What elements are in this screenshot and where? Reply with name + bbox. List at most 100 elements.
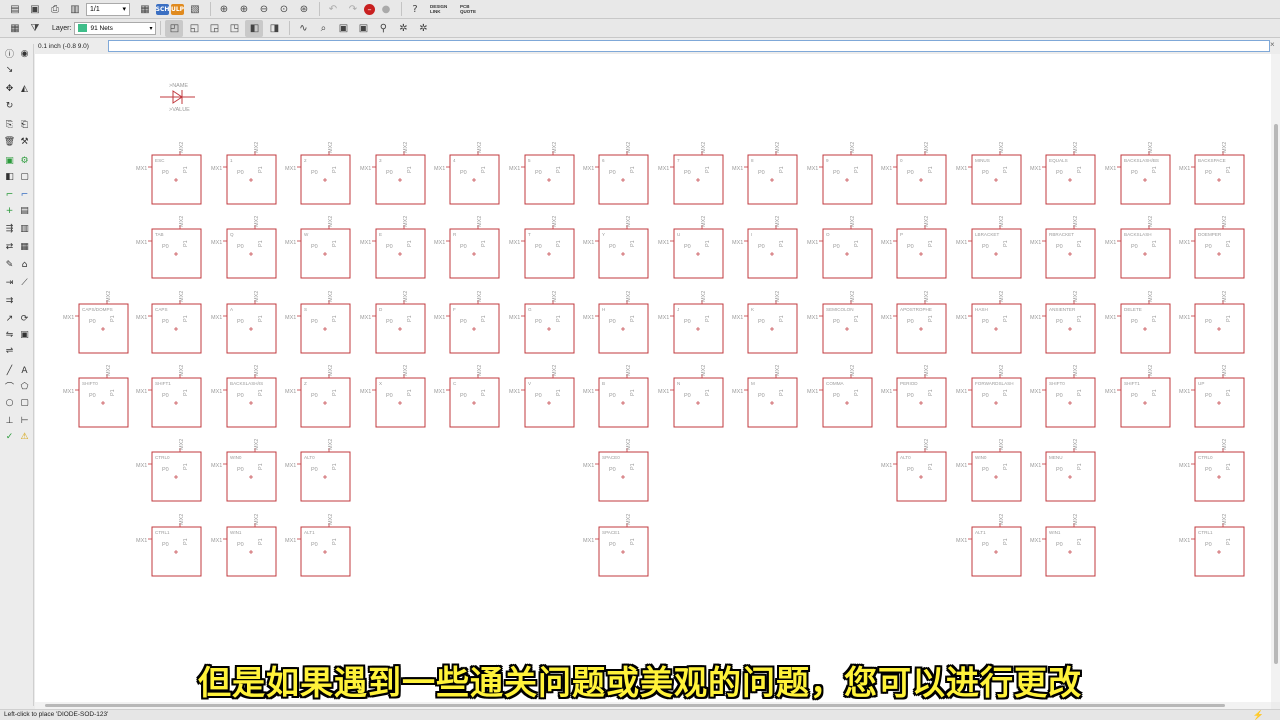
save-icon[interactable]: ▣ (26, 1, 44, 18)
smash-icon[interactable]: ⚙ (18, 154, 31, 167)
design-link-button[interactable]: DESIGN LINK (430, 4, 452, 14)
key-switch[interactable]: MX1 MX2 P0 P1 CAPS (136, 291, 202, 354)
sheet-icon[interactable]: ▦ (136, 1, 154, 18)
command-line-input[interactable] (108, 40, 1270, 52)
wave-icon[interactable]: ∿ (294, 20, 312, 37)
settings-icon[interactable]: ✲ (414, 20, 432, 37)
key-switch[interactable]: MX1 MX2 P0 P1 DOEMPER (1179, 216, 1245, 279)
rotate-icon[interactable]: ↻ (3, 99, 16, 112)
info-icon[interactable]: ⓘ (3, 47, 16, 60)
sch-button[interactable]: SCH (156, 3, 169, 15)
undo-icon[interactable]: ↶ (324, 1, 342, 18)
key-switch[interactable]: MX1 MX2 P0 P1 A (211, 291, 277, 354)
key-switch[interactable]: MX1 MX2 P0 P1 ALT0 (285, 439, 351, 502)
redo-icon[interactable]: ↷ (344, 1, 362, 18)
dimension-icon[interactable]: ⊢ (18, 414, 31, 427)
tag-icon[interactable]: ⌂ (18, 258, 31, 271)
key-switch[interactable]: MX1 MX2 P0 P1 T (509, 216, 575, 279)
key-switch[interactable]: MX1 MX2 P0 P1 Z (285, 365, 351, 428)
key-switch[interactable]: MX1 MX2 P0 P1 LBRACKET (956, 216, 1022, 279)
key-switch[interactable]: MX1 MX2 P0 P1 SHIFT1 (1105, 365, 1171, 428)
key-switch[interactable]: MX1 MX2 P0 P1 O (807, 216, 873, 279)
key-switch[interactable]: MX1 MX2 P0 P1 CTRL0 (136, 439, 202, 502)
key-switch[interactable]: MX1 MX2 P0 P1 9 (807, 142, 873, 205)
window-alt-icon[interactable]: ▣ (354, 20, 372, 37)
key-switch[interactable]: MX1 MX2 P0 P1 BACKSLASH/BS (1105, 142, 1171, 205)
key-switch[interactable]: MX1 MX2 P0 P1BACKSPACE (1179, 142, 1245, 205)
zoom-redraw-icon[interactable]: ⊙ (275, 1, 293, 18)
hole-icon[interactable]: ⊥ (3, 414, 16, 427)
slash-icon[interactable]: ⟋ (18, 276, 31, 289)
key-switch[interactable]: MX1 MX2 P0 P1 CTRL1 (1179, 514, 1245, 577)
wire-style-alt-icon[interactable]: ◨ (265, 20, 283, 37)
key-switch[interactable]: MX1 MX2 P0 P1 CAPS/DOMPS (63, 291, 129, 354)
route-icon[interactable]: ↗ (3, 312, 16, 325)
key-switch[interactable]: MX1 MX2 P0 P1 W (285, 216, 351, 279)
key-switch[interactable]: MX1 MX2 P0 P1 6 (583, 142, 649, 205)
key-switch[interactable]: MX1 MX2 P0 P1SEMICOLON (807, 291, 873, 354)
line-icon[interactable]: ╱ (3, 364, 16, 377)
key-switch[interactable]: MX1 MX2 P0 P1 ALT1 (956, 514, 1022, 577)
group-icon[interactable]: ▣ (3, 154, 16, 167)
zoom-in-icon[interactable]: ⊕ (235, 1, 253, 18)
key-switch[interactable]: MX1 MX2 P0 P1 C (434, 365, 500, 428)
sheet-selector[interactable]: 1/1 ▾ (86, 2, 130, 16)
paste-icon[interactable]: ⎗ (18, 118, 31, 131)
key-switch[interactable]: MX1 MX2 P0 P1 (1179, 291, 1245, 354)
key-switch[interactable]: MX1 MX2 P0 P1 H (583, 291, 649, 354)
key-switch[interactable]: MX1 MX2 P0 P1 APOSTROPHE (881, 291, 947, 354)
label-icon[interactable]: ▤ (18, 204, 31, 217)
move-icon[interactable]: ✥ (3, 82, 16, 95)
key-switch[interactable]: MX1 MX2 P0 P1 HASH (956, 291, 1022, 354)
key-switch[interactable]: MX1 MX2 P0 P1 F (434, 291, 500, 354)
key-switch[interactable]: MX1 MX2 P0 P1 1 (211, 142, 277, 205)
optimize-icon[interactable]: ⟳ (18, 312, 31, 325)
erc-icon[interactable]: ✓ (3, 430, 16, 443)
search-icon[interactable]: ⌕ (314, 20, 332, 37)
key-switch[interactable]: MX1 MX2 P0 P1 K (732, 291, 798, 354)
key-switch[interactable]: MX1 MX2 P0 P1 WIN0 (211, 439, 277, 502)
help-icon[interactable]: ? (406, 1, 424, 18)
key-switch[interactable]: MX1 MX2 P0 P1 PERIOD (881, 365, 947, 428)
key-switch[interactable]: MX1 MX2 P0 P1 EQUALS (1030, 142, 1096, 205)
key-switch[interactable]: MX1 MX2 P0 P1 E (360, 216, 426, 279)
schematic-canvas[interactable]: >NAME >VALUE MX1 MX2 P0 P1 ESC MX1 MX2 P0 P1 1 MX1… (35, 54, 1271, 702)
add-icon[interactable]: ⇄ (3, 240, 16, 253)
mark-icon[interactable]: ↘ (3, 63, 16, 76)
window-icon[interactable]: ▣ (334, 20, 352, 37)
key-switch[interactable]: MX1 MX2 P0 P1 8 (732, 142, 798, 205)
key-switch[interactable]: MX1 MX2 P0 P1 UP (1179, 365, 1245, 428)
copy-icon[interactable]: ⎘ (3, 118, 16, 131)
vertical-scrollbar[interactable] (1271, 54, 1280, 702)
junction-icon[interactable]: + (3, 204, 16, 217)
key-switch[interactable]: MX1 MX2 P0 P1 WIN1 (211, 514, 277, 577)
print-icon[interactable]: ⎙ (46, 1, 64, 18)
key-switch[interactable]: MX1 MX2 P0 P1 U (658, 216, 724, 279)
key-switch[interactable]: MX1 MX2 P0 P1 ALT0 (881, 439, 947, 502)
close-icon[interactable]: × (1270, 40, 1275, 49)
warning-icon[interactable]: ⚠ (18, 430, 31, 443)
stop-icon[interactable]: – (364, 3, 375, 15)
key-switch[interactable]: MX1 MX2 P0 P1 3 (360, 142, 426, 205)
key-switch[interactable]: MX1 MX2 P0 P1 TAB (136, 216, 202, 279)
key-switch[interactable]: MX1 MX2 P0 P1 4 (434, 142, 500, 205)
replace-icon[interactable]: ▢ (18, 170, 31, 183)
wire-bend-3-icon[interactable]: ◳ (225, 20, 243, 37)
show-icon[interactable]: ⇌ (3, 344, 16, 357)
key-switch[interactable]: MX1 MX2 P0 P1 WIN0 (956, 439, 1022, 502)
key-switch[interactable]: MX1 MX2 P0 P1 COMMA (807, 365, 873, 428)
key-switch[interactable]: MX1 MX2 P0 P1 SHIFT1 (136, 365, 202, 428)
wire-bend-1-icon[interactable]: ◱ (185, 20, 203, 37)
key-switch[interactable]: MX1 MX2 P0 P1 Y (583, 216, 649, 279)
horizontal-scroll-thumb[interactable] (45, 704, 1225, 707)
zoom-out-icon[interactable]: ⊖ (255, 1, 273, 18)
key-switch[interactable]: MX1 MX2 P0 P1 0 (881, 142, 947, 205)
mirror-icon[interactable]: ◭ (18, 82, 31, 95)
invoke-icon[interactable]: ⇋ (3, 328, 16, 341)
circle-icon[interactable]: ○ (3, 396, 16, 409)
key-switch[interactable]: MX1 MX2 P0 P1 B (583, 365, 649, 428)
key-switch[interactable]: MX1 MX2 P0 P1 Q (211, 216, 277, 279)
key-switch[interactable]: MX1 MX2 P0 P1 BACKSLASH/IS (211, 365, 277, 428)
key-switch[interactable]: MX1 MX2 P0 P1 WIN1 (1030, 514, 1096, 577)
name-icon[interactable]: ▦ (18, 240, 31, 253)
